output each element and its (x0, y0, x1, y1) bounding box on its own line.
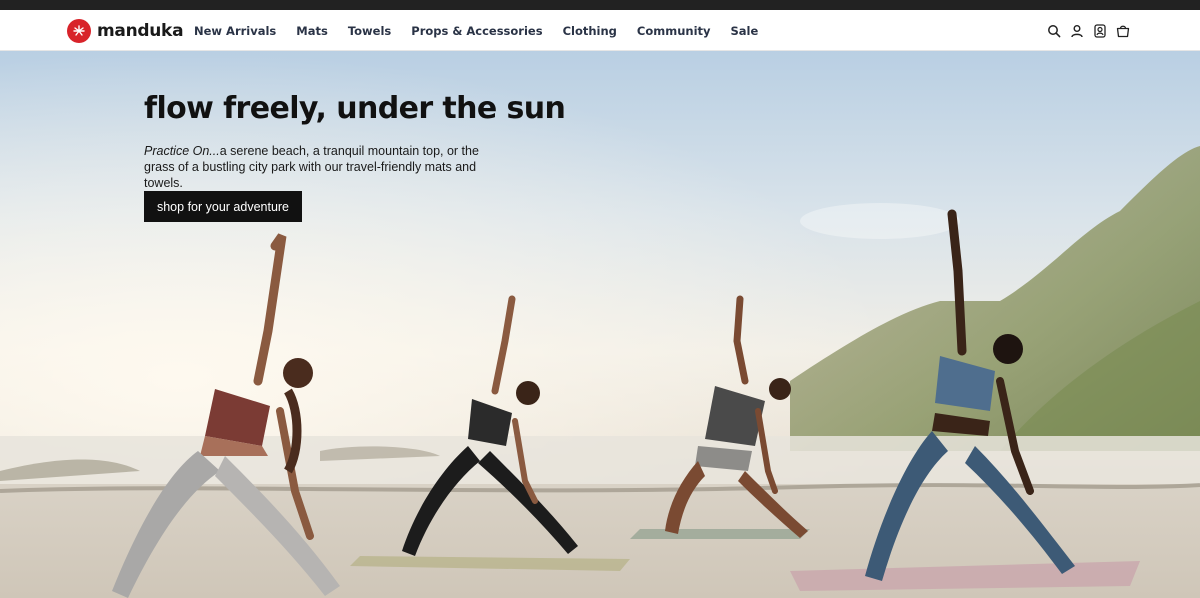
shop-adventure-button[interactable]: shop for your adventure (144, 191, 302, 222)
brand-logo[interactable]: manduka (67, 19, 184, 43)
nav-new-arrivals[interactable]: New Arrivals (194, 20, 276, 42)
location-icon[interactable] (1092, 22, 1107, 40)
hero-description-lead: Practice On... (144, 144, 220, 158)
header-icons (1046, 22, 1130, 40)
nav-towels[interactable]: Towels (348, 20, 391, 42)
site-header: manduka New Arrivals Mats Towels Props &… (0, 10, 1200, 51)
hero-title: flow freely, under the sun (144, 91, 566, 126)
search-icon[interactable] (1046, 22, 1061, 40)
nav-clothing[interactable]: Clothing (563, 20, 617, 42)
nav-props-accessories[interactable]: Props & Accessories (411, 20, 542, 42)
account-icon[interactable] (1069, 22, 1084, 40)
nav-mats[interactable]: Mats (296, 20, 328, 42)
hero-description: Practice On...a serene beach, a tranquil… (144, 143, 504, 191)
main-nav: New Arrivals Mats Towels Props & Accesso… (194, 20, 778, 42)
brand-name: manduka (97, 21, 184, 41)
nav-community[interactable]: Community (637, 20, 711, 42)
top-bar (0, 0, 1200, 10)
hero-banner: flow freely, under the sun Practice On..… (0, 51, 1200, 598)
nav-sale[interactable]: Sale (731, 20, 759, 42)
cart-icon[interactable] (1115, 22, 1130, 40)
manduka-logo-icon (67, 19, 91, 43)
hero-beach-yoga-image (0, 51, 1200, 598)
